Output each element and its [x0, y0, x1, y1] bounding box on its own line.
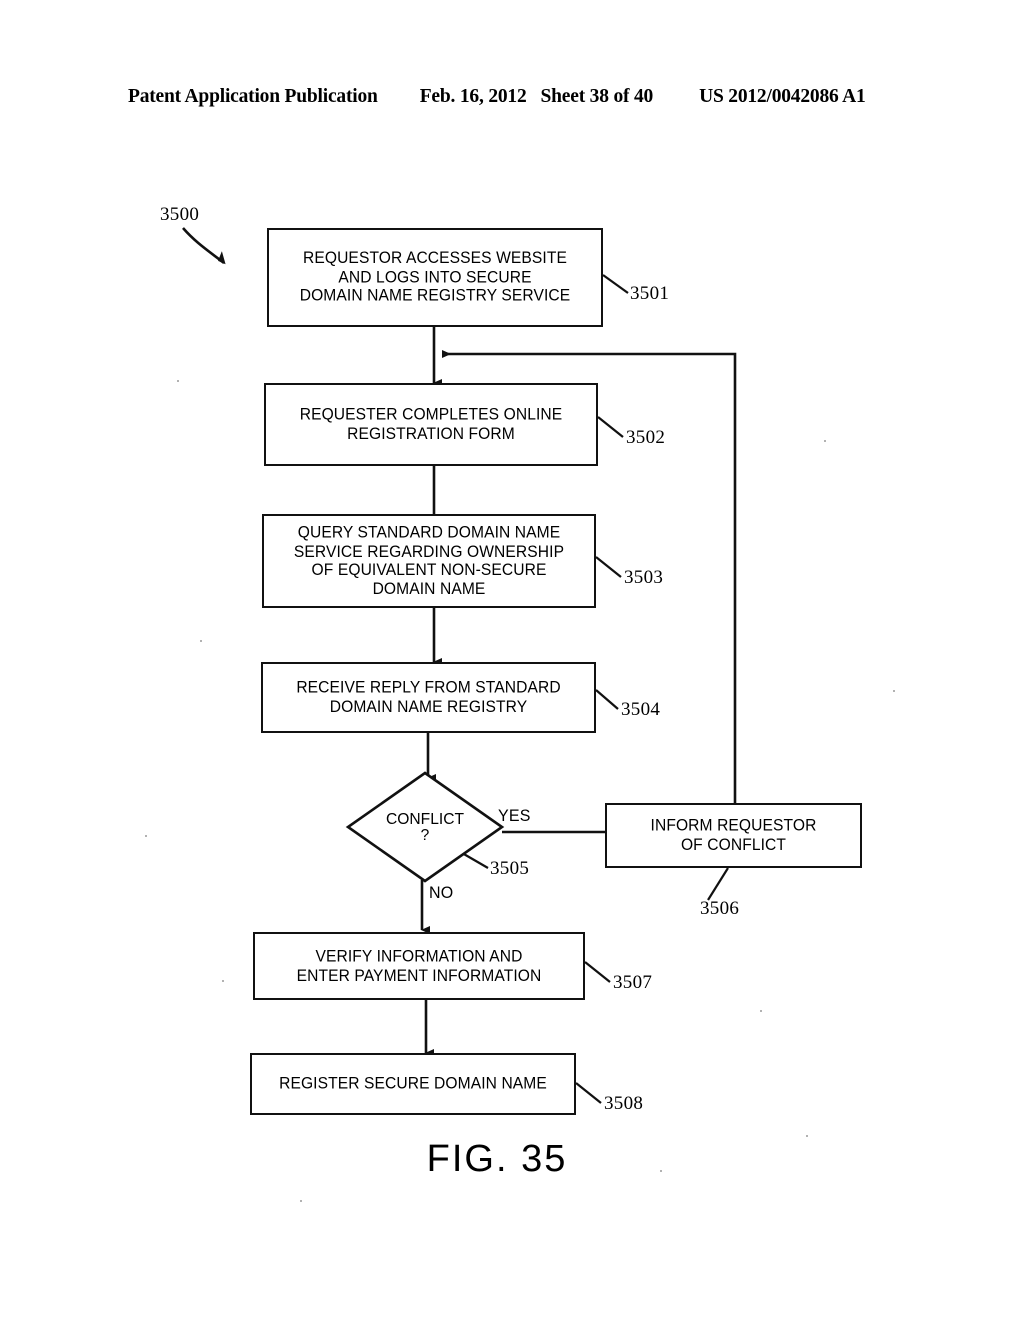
flowchart-connectors: [182, 227, 737, 1104]
scan-speckle: [806, 1135, 808, 1137]
flow-node-3504-text: RECEIVE REPLY FROM STANDARD DOMAIN NAME …: [296, 678, 561, 716]
leader-line-3503: [595, 556, 622, 578]
diagram-pointer-arrow: [182, 227, 226, 265]
flow-node-3508-text: REGISTER SECURE DOMAIN NAME: [279, 1074, 547, 1093]
leader-line-3506: [707, 867, 729, 901]
leader-line-3504: [595, 689, 619, 710]
flow-node-3505-label: CONFLICT ?: [348, 773, 502, 881]
ref-numeral-3507: 3507: [613, 972, 653, 993]
figure-diagram: [0, 0, 1024, 1320]
scan-speckle: [145, 835, 147, 837]
ref-numeral-3503: 3503: [624, 567, 664, 588]
flow-node-3503-text: QUERY STANDARD DOMAIN NAME SERVICE REGAR…: [293, 523, 565, 598]
scan-speckle: [222, 980, 224, 982]
scan-speckle: [200, 640, 202, 642]
flow-node-3504: RECEIVE REPLY FROM STANDARD DOMAIN NAME …: [261, 662, 596, 733]
leader-line-3502: [597, 416, 624, 438]
flow-node-3503: QUERY STANDARD DOMAIN NAME SERVICE REGAR…: [262, 514, 596, 608]
scan-speckle: [660, 1170, 662, 1172]
ref-numeral-3506: 3506: [700, 898, 740, 919]
ref-numeral-3508: 3508: [604, 1093, 644, 1114]
scan-speckle: [300, 1200, 302, 1202]
branch-label-no: NO: [429, 884, 454, 903]
flow-node-3508: REGISTER SECURE DOMAIN NAME: [250, 1053, 576, 1115]
flow-node-3506: INFORM REQUESTOR OF CONFLICT: [605, 803, 862, 868]
branch-label-yes: YES: [498, 807, 531, 826]
leader-line-3507: [584, 961, 611, 983]
flow-node-3502: REQUESTER COMPLETES ONLINE REGISTRATION …: [264, 383, 598, 466]
flow-node-3505-text: CONFLICT: [386, 810, 464, 828]
ref-numeral-3502: 3502: [626, 427, 666, 448]
flow-node-3505: CONFLICT ?: [348, 773, 502, 881]
scan-speckle: [760, 1010, 762, 1012]
flow-node-3501-text: REQUESTOR ACCESSES WEBSITE AND LOGS INTO…: [299, 249, 571, 305]
flow-node-3506-text: INFORM REQUESTOR OF CONFLICT: [650, 816, 817, 854]
figure-caption-text: FIG. 35: [426, 1138, 568, 1180]
scan-speckle: [893, 690, 895, 692]
ref-numeral-3500: 3500: [160, 204, 200, 225]
flow-node-3505-question-mark: ?: [420, 826, 430, 844]
scan-speckle: [177, 380, 179, 382]
flow-node-3507-text: VERIFY INFORMATION AND ENTER PAYMENT INF…: [296, 947, 542, 985]
flow-node-3502-text: REQUESTER COMPLETES ONLINE REGISTRATION …: [299, 405, 563, 443]
ref-numeral-3505: 3505: [490, 858, 530, 879]
flow-node-3507: VERIFY INFORMATION AND ENTER PAYMENT INF…: [253, 932, 585, 1000]
leader-line-3508: [575, 1082, 602, 1104]
ref-numeral-3501: 3501: [630, 283, 670, 304]
leader-line-3501: [602, 274, 629, 294]
scan-speckle: [824, 440, 826, 442]
ref-numeral-3504: 3504: [621, 699, 661, 720]
flow-node-3501: REQUESTOR ACCESSES WEBSITE AND LOGS INTO…: [267, 228, 603, 327]
figure-caption: FIG. 35: [0, 1138, 1024, 1181]
